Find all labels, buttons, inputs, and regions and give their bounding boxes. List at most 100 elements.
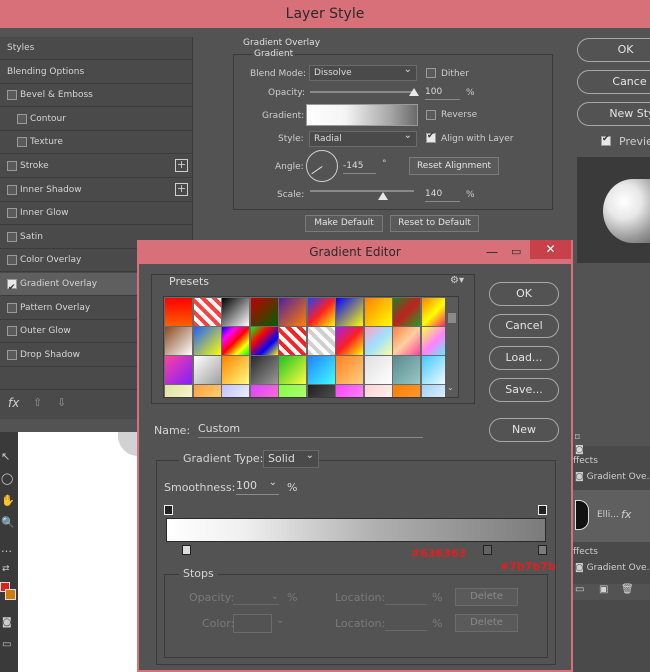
- more-tools-icon[interactable]: …: [1, 542, 12, 555]
- sidebar-checkbox[interactable]: [7, 184, 17, 195]
- layer-style-cancel-button[interactable]: Cance: [577, 70, 650, 94]
- new-group-icon[interactable]: ▭: [575, 584, 584, 595]
- presets-scrollbar[interactable]: ⌄: [445, 297, 458, 397]
- maximize-icon[interactable]: ▭: [511, 240, 521, 264]
- sidebar-checkbox[interactable]: [7, 161, 17, 171]
- sidebar-item[interactable]: Contour: [0, 108, 193, 131]
- preset-swatch[interactable]: [250, 385, 278, 397]
- opacity-slider[interactable]: [310, 91, 414, 93]
- preset-swatch[interactable]: [279, 298, 306, 326]
- delete-layer-icon[interactable]: 🗑: [621, 584, 634, 595]
- make-default-button[interactable]: Make Default: [305, 215, 383, 232]
- screen-mode-icon[interactable]: ▭: [2, 639, 11, 650]
- sidebar-item[interactable]: Inner Shadow +: [0, 179, 193, 202]
- reset-default-button[interactable]: Reset to Default: [390, 215, 479, 232]
- gradient-ok-button[interactable]: OK: [489, 282, 559, 306]
- layer-row-ellipse[interactable]: Elli... fx: [573, 490, 650, 542]
- new-style-button[interactable]: New Styl: [577, 102, 650, 126]
- smoothness-input[interactable]: 100 ⌄: [236, 477, 279, 495]
- pointer-tool-icon[interactable]: ↖: [1, 450, 10, 463]
- style-select[interactable]: Radial: [309, 129, 417, 147]
- preset-swatch[interactable]: [336, 327, 363, 355]
- sidebar-checkbox[interactable]: [7, 90, 17, 101]
- delete-color-stop-button[interactable]: Delete: [455, 614, 518, 632]
- align-checkbox[interactable]: [426, 131, 436, 143]
- scale-input[interactable]: 140: [425, 187, 460, 202]
- sidebar-checkbox[interactable]: [7, 255, 17, 266]
- color-location-input[interactable]: [385, 617, 427, 631]
- scroll-down-icon[interactable]: ⌄: [447, 383, 454, 392]
- presets-gear-icon[interactable]: ⚙▾: [450, 275, 464, 286]
- preview-checkbox[interactable]: [601, 134, 611, 146]
- sidebar-item[interactable]: Inner Glow: [0, 202, 193, 226]
- document-canvas[interactable]: [18, 432, 138, 672]
- preset-swatch[interactable]: [307, 385, 335, 397]
- sidebar-checkbox[interactable]: [17, 113, 27, 124]
- sidebar-checkbox[interactable]: [7, 208, 17, 219]
- scale-slider[interactable]: [310, 190, 414, 192]
- swap-colors-icon[interactable]: ⇄: [2, 564, 10, 574]
- fx-icon[interactable]: fx: [8, 396, 19, 410]
- smoothness-dropdown-icon[interactable]: ⌄: [269, 477, 277, 488]
- preset-swatch[interactable]: [279, 385, 306, 397]
- move-down-icon[interactable]: ⇩: [57, 396, 66, 409]
- layer-fx-icon[interactable]: fx: [621, 508, 631, 521]
- move-up-icon[interactable]: ⇧: [33, 396, 42, 409]
- stop-opacity-input[interactable]: ⌄: [233, 591, 279, 605]
- preset-swatch[interactable]: [336, 356, 363, 384]
- preset-swatch[interactable]: [165, 356, 192, 384]
- color-stop-left[interactable]: [182, 545, 191, 555]
- preset-swatch[interactable]: [393, 327, 420, 355]
- gradient-cancel-button[interactable]: Cancel: [489, 314, 559, 338]
- gradient-overlay-effect-2[interactable]: ◙ Gradient Ove...: [575, 563, 650, 573]
- name-input[interactable]: Custom: [198, 422, 423, 438]
- preset-swatch[interactable]: [307, 298, 335, 326]
- sidebar-item[interactable]: Bevel & Emboss: [0, 84, 193, 108]
- new-button[interactable]: New: [489, 418, 559, 442]
- color-stop-right[interactable]: [538, 545, 547, 555]
- sidebar-checkbox[interactable]: [7, 277, 17, 300]
- gradient-bar[interactable]: [166, 518, 546, 542]
- preset-swatch[interactable]: [250, 327, 278, 355]
- add-effect-icon[interactable]: +: [175, 182, 188, 196]
- gradient-overlay-effect-1[interactable]: ◙ Gradient Ove...: [575, 472, 650, 482]
- background-color-swatch[interactable]: [5, 589, 16, 600]
- sidebar-checkbox[interactable]: [7, 349, 17, 360]
- stop-color-dropdown-icon[interactable]: ⌄: [276, 615, 284, 626]
- preset-swatch[interactable]: [364, 298, 392, 326]
- sidebar-checkbox[interactable]: [7, 302, 17, 313]
- scale-slider-knob[interactable]: [377, 192, 388, 200]
- preset-swatch[interactable]: [307, 327, 335, 355]
- presets-scroll-thumb[interactable]: [448, 313, 456, 323]
- opacity-location-input[interactable]: [385, 591, 427, 605]
- reverse-checkbox[interactable]: [426, 110, 436, 120]
- new-layer-icon[interactable]: ▣: [599, 584, 608, 595]
- preset-swatch[interactable]: [193, 327, 221, 355]
- sidebar-checkbox[interactable]: [7, 326, 17, 337]
- preset-swatch[interactable]: [279, 356, 306, 384]
- preset-swatch[interactable]: [222, 385, 249, 397]
- preset-swatch[interactable]: [393, 298, 420, 326]
- save-button[interactable]: Save...: [489, 378, 559, 402]
- preset-swatch[interactable]: [364, 385, 392, 397]
- gradient-picker[interactable]: [306, 104, 418, 126]
- preset-swatch[interactable]: [222, 327, 249, 355]
- preset-swatch[interactable]: [336, 298, 363, 326]
- angle-dial[interactable]: [306, 150, 338, 182]
- sidebar-checkbox[interactable]: [17, 137, 27, 148]
- sidebar-item[interactable]: Texture: [0, 131, 193, 155]
- layer-style-ok-button[interactable]: OK: [577, 38, 650, 62]
- opacity-stop-right[interactable]: [538, 505, 547, 515]
- preset-swatch[interactable]: [193, 356, 221, 384]
- minimize-icon[interactable]: —: [486, 240, 498, 264]
- preset-swatch[interactable]: [364, 327, 392, 355]
- preset-swatch[interactable]: [250, 298, 278, 326]
- opacity-slider-knob[interactable]: [409, 88, 419, 96]
- close-button[interactable]: ✕: [530, 240, 571, 259]
- preset-swatch[interactable]: [222, 298, 249, 326]
- quick-mask-icon[interactable]: ◙: [2, 617, 12, 628]
- stop-color-swatch[interactable]: [233, 614, 272, 633]
- preset-swatch[interactable]: [193, 298, 221, 326]
- layer-eye-icon[interactable]: ◙: [575, 445, 584, 455]
- preset-swatch[interactable]: [393, 356, 420, 384]
